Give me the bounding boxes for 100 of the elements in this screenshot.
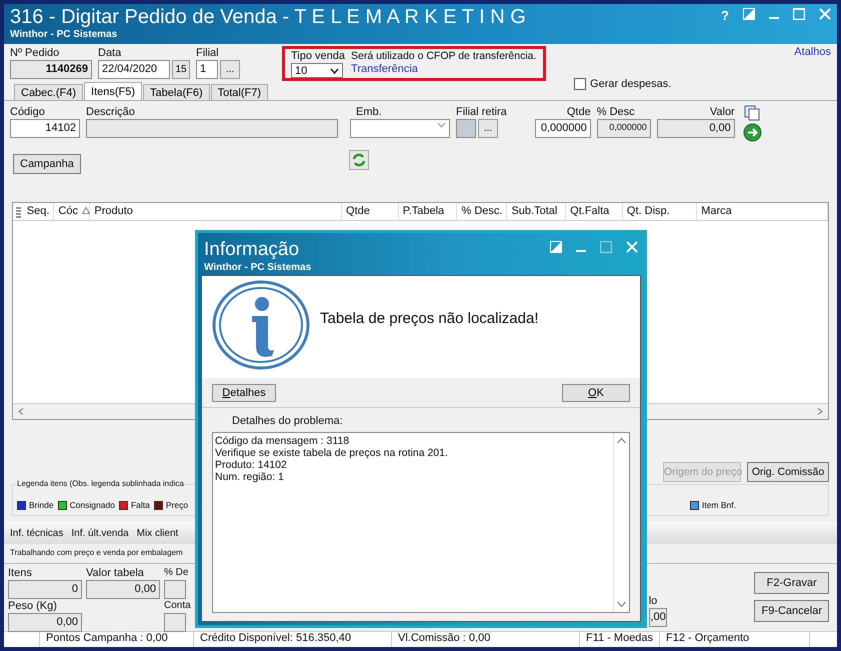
order-number-field: 1140269 xyxy=(10,60,92,79)
status-item: F11 - Moedas xyxy=(580,632,660,647)
value-field: 0,00 xyxy=(656,119,735,138)
details-line: Verifique se existe tabela de preços na rotina 201. xyxy=(215,447,449,459)
tab[interactable]: Itens(F5) xyxy=(84,82,142,100)
field-label: Peso (Kg) xyxy=(8,599,58,613)
column-header[interactable]: Qtde xyxy=(342,203,399,220)
tab[interactable]: Tabela(F6) xyxy=(143,84,210,100)
info-icon xyxy=(212,280,310,370)
restore-icon[interactable] xyxy=(743,8,755,20)
account-field xyxy=(164,613,186,632)
close-icon[interactable] xyxy=(819,8,831,20)
expenses-checkbox[interactable]: Gerar despesas. xyxy=(574,78,672,90)
branch-field[interactable]: 1 xyxy=(196,60,218,79)
field-label: Descrição xyxy=(86,105,136,119)
column-header[interactable]: Marca xyxy=(697,203,828,220)
code-field[interactable]: 14102 xyxy=(10,119,80,138)
total-field: ,00 xyxy=(648,608,667,627)
ok-button[interactable]: OK xyxy=(562,384,630,402)
field-label: Filial retira xyxy=(456,105,507,119)
quantity-field[interactable]: 0,000000 xyxy=(534,119,591,138)
transfer-link[interactable]: Transferência xyxy=(351,63,536,75)
column-header[interactable]: P.Tabela xyxy=(398,203,458,220)
details-line: Produto: 14102 xyxy=(215,459,288,471)
date-field[interactable]: 22/04/2020 xyxy=(98,60,170,79)
tab[interactable]: Cabec.(F4) xyxy=(14,84,84,100)
browse-button[interactable]: ... xyxy=(220,60,240,79)
status-item: F12 - Orçamento xyxy=(660,632,810,647)
action-button[interactable]: F9-Cancelar xyxy=(754,600,829,622)
chevron-down-icon xyxy=(437,122,446,128)
info-tab[interactable]: Mix client xyxy=(136,528,178,538)
field-label: Filial xyxy=(196,46,220,60)
dialog-message: Tabela de preços não localizada! xyxy=(320,310,538,329)
legend-item: Falta xyxy=(118,500,150,510)
legend-item: Brinde xyxy=(17,500,54,510)
weight-field: 0,00 xyxy=(8,613,82,632)
window-title: 316 - Digitar Pedido de Venda - T E L E M A R K E T I N G xyxy=(10,5,526,28)
info-tab[interactable]: Inf. técnicas xyxy=(10,528,64,538)
packaging-select[interactable] xyxy=(350,119,450,138)
pickup-branch-field xyxy=(456,119,476,138)
column-header[interactable]: Sub.Total xyxy=(507,203,566,220)
chevron-right-icon xyxy=(815,408,824,415)
table-value-field: 0,00 xyxy=(86,580,160,599)
column-header[interactable]: Seq. xyxy=(22,203,54,220)
field-label: Valor tabela xyxy=(86,566,145,580)
action-button[interactable]: F2-Gravar xyxy=(754,572,829,594)
chevron-down-icon xyxy=(617,601,626,608)
legend-item: Item Bnf. xyxy=(690,500,736,510)
field-label: Data xyxy=(98,46,122,60)
status-item: Crédito Disponível: 516.350,40 xyxy=(194,632,392,647)
field-label: Nº Pedido xyxy=(10,46,60,60)
chevron-up-icon xyxy=(617,437,626,444)
cfop-note: Será utilizado o CFOP de transferência. xyxy=(351,49,536,63)
dialog-title: Informação xyxy=(204,238,300,261)
field-label: % De xyxy=(164,566,190,580)
calendar-button[interactable]: 15 xyxy=(172,60,190,79)
column-header[interactable]: Produto xyxy=(90,203,342,220)
field-label: Emb. xyxy=(356,105,383,119)
dialog-subtitle: Winthor - PC Sistemas xyxy=(204,261,312,274)
legend-title: Legenda itens (Obs. legenda sublinhada indica xyxy=(17,479,184,488)
field-label: Código xyxy=(10,105,46,119)
info-tab[interactable]: Inf. últ.venda xyxy=(71,528,129,538)
chevron-left-icon xyxy=(17,408,26,415)
sort-icon xyxy=(82,207,90,214)
maximize-icon[interactable] xyxy=(600,241,612,253)
sale-type-select[interactable]: 10 xyxy=(291,63,343,78)
column-header[interactable]: % Desc. xyxy=(457,203,508,220)
column-header[interactable]: Qt.Falta xyxy=(566,203,623,220)
close-icon[interactable] xyxy=(626,241,638,253)
tab[interactable]: Total(F7) xyxy=(210,84,268,100)
legend-item: Preço xyxy=(154,500,188,510)
shortcuts-link[interactable]: Atalhos xyxy=(794,46,831,58)
items-count-field: 0 xyxy=(8,580,82,599)
field-label: % Desc xyxy=(596,105,636,119)
column-header[interactable]: Qt. Disp. xyxy=(622,203,698,220)
arrow-right-icon[interactable] xyxy=(742,123,762,142)
copy-icon[interactable] xyxy=(742,105,761,121)
field-label: Itens xyxy=(8,566,33,580)
window-subtitle: Winthor - PC Sistemas xyxy=(10,28,118,41)
details-label: Detalhes do problema: xyxy=(231,414,344,429)
status-item: Vl.Comissão : 0,00 xyxy=(392,632,580,647)
status-item: Pontos Campanha : 0,00 xyxy=(40,632,194,647)
details-button[interactable]: Detalhes xyxy=(212,384,276,402)
field-label: Qtde xyxy=(566,105,591,119)
legend-item: Consignado xyxy=(58,500,115,510)
discount-total-field xyxy=(164,580,186,599)
browse-button[interactable]: ... xyxy=(478,119,498,138)
price-button[interactable]: Orig. Comissão xyxy=(747,462,829,482)
column-header[interactable]: Cóc xyxy=(54,203,90,220)
field-label: Conta xyxy=(164,599,191,613)
restore-icon[interactable] xyxy=(550,241,562,253)
vertical-scrollbar[interactable] xyxy=(613,433,629,612)
campaign-button[interactable]: Campanha xyxy=(13,154,81,174)
details-line: Num. região: 1 xyxy=(215,471,285,483)
chevron-down-icon xyxy=(330,68,339,74)
refresh-icon[interactable] xyxy=(348,150,369,170)
details-line: Código da mensagem : 3118 xyxy=(215,435,350,447)
discount-field: 0,000000 xyxy=(596,119,651,138)
field-label: lo xyxy=(648,594,658,608)
field-label: Valor xyxy=(708,105,735,119)
